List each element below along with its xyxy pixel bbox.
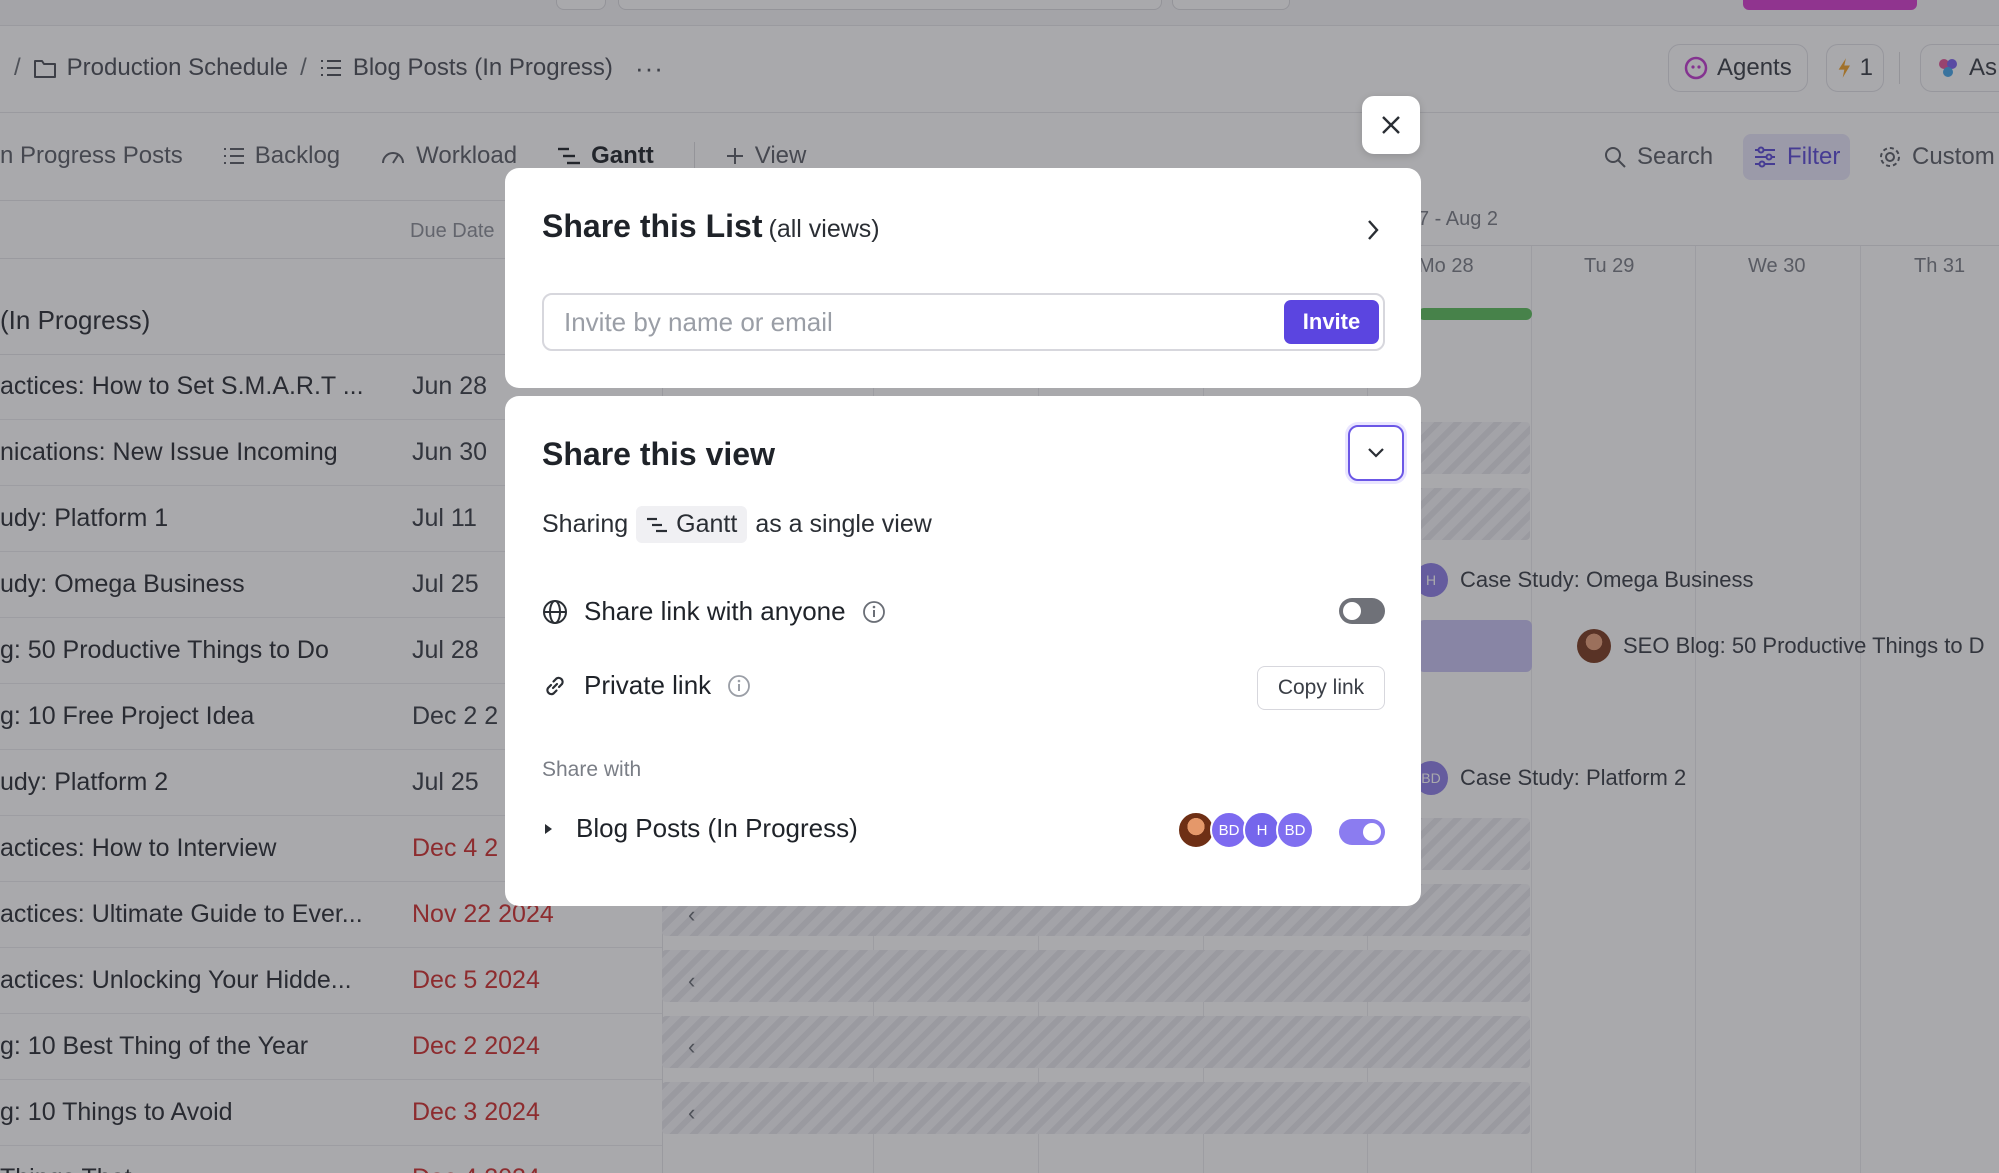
globe-icon: [543, 599, 567, 624]
share-view-panel: Share this view Sharing Gantt as a singl…: [505, 396, 1421, 906]
sharing-description: Sharing Gantt as a single view: [542, 506, 932, 543]
share-list-subtitle: (all views): [768, 215, 880, 243]
gantt-icon: [647, 517, 668, 532]
copy-link-button[interactable]: Copy link: [1257, 666, 1385, 710]
invite-input[interactable]: [564, 295, 1244, 349]
share-list-title-text: Share this List: [542, 208, 763, 244]
caret-right-icon[interactable]: [542, 821, 554, 837]
collapse-button[interactable]: [1348, 425, 1404, 481]
private-link-label: Private link: [584, 670, 712, 700]
share-with-item-label: Blog Posts (In Progress): [576, 813, 858, 843]
invite-button[interactable]: Invite: [1284, 300, 1379, 344]
link-icon: [546, 676, 564, 695]
member-avatars[interactable]: BD H BD: [1177, 811, 1314, 849]
chevron-down-icon: [1368, 448, 1384, 458]
share-link-option: Share link with anyone: [542, 596, 886, 627]
sharing-prefix: Sharing: [542, 510, 629, 538]
invite-field-wrapper: Invite: [542, 293, 1385, 351]
view-chip: Gantt: [636, 506, 748, 543]
close-button[interactable]: [1362, 96, 1420, 154]
view-chip-label: Gantt: [676, 510, 738, 538]
private-link-option: Private link: [542, 670, 751, 701]
share-list-title: Share this List (all views): [542, 208, 880, 245]
share-with-item[interactable]: Blog Posts (In Progress): [542, 813, 858, 844]
avatar: BD: [1276, 811, 1314, 849]
chevron-right-icon[interactable]: [1365, 218, 1381, 242]
sharing-suffix: as a single view: [755, 510, 932, 538]
share-link-toggle[interactable]: [1339, 598, 1385, 624]
share-view-title: Share this view: [542, 436, 775, 472]
toggle-knob: [1363, 823, 1381, 841]
share-with-label: Share with: [542, 758, 642, 781]
share-list-panel: Share this List (all views) Invite: [505, 168, 1421, 388]
share-link-label: Share link with anyone: [584, 596, 846, 626]
info-icon[interactable]: [727, 674, 751, 698]
toggle-knob: [1343, 602, 1361, 620]
share-with-toggle[interactable]: [1339, 819, 1385, 845]
close-icon: [1382, 116, 1400, 134]
info-icon[interactable]: [862, 600, 886, 624]
